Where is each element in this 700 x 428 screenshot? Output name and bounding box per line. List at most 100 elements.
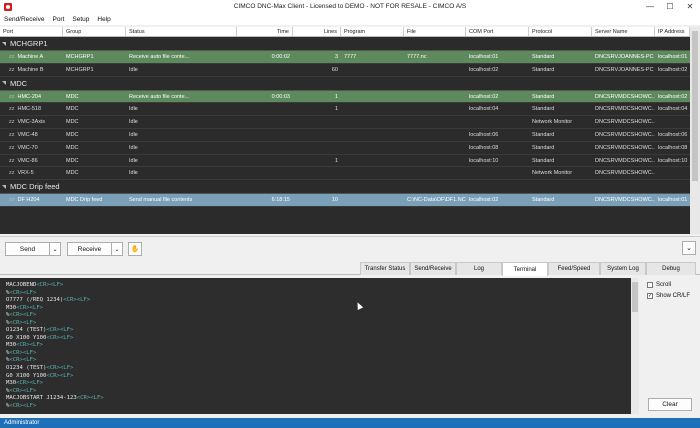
table-row[interactable]: zz Machine A MCHGRP1 Receive auto file cont… bbox=[0, 51, 690, 64]
table-row[interactable]: zz Machine B MCHGRP1 Idle 60 localhost:02 Stan… bbox=[0, 64, 690, 77]
terminal-output[interactable]: MACJOBEND<CR><LF> %<CR><LF> O7777 (/REQ 12… bbox=[0, 278, 631, 414]
control-chars: <CR><LF> bbox=[9, 402, 37, 409]
col-header-server-name[interactable]: Server Name bbox=[592, 27, 655, 36]
machine-name: VMC-70 bbox=[17, 144, 38, 151]
cell-port: zz Machine B bbox=[0, 64, 63, 76]
grid-scrollbar[interactable] bbox=[690, 27, 700, 234]
cell-ip: localhost:04 bbox=[658, 106, 688, 113]
cell-ip: localhost:01 bbox=[658, 197, 688, 204]
cell-com: localhost:06 bbox=[469, 131, 499, 138]
machine-status-icon: zz bbox=[9, 93, 15, 100]
tab-feed-speed[interactable]: Feed/Speed bbox=[548, 262, 600, 275]
group-header[interactable]: MCHGRP1 bbox=[0, 37, 690, 51]
chevron-down-icon[interactable]: ⌄ bbox=[682, 241, 696, 255]
close-button[interactable]: ✕ bbox=[680, 0, 700, 13]
cell-server: DNCSRVJOANNES-PC bbox=[595, 54, 654, 60]
tab-log[interactable]: Log bbox=[456, 262, 502, 275]
cell-protocol: Standard bbox=[532, 144, 555, 151]
hand-stop-icon[interactable]: ✋ bbox=[128, 242, 142, 256]
terminal-line: %<CR><LF> bbox=[6, 403, 625, 411]
terminal-line: %<CR><LF> bbox=[6, 320, 625, 328]
group-header[interactable]: MDC Drip feed bbox=[0, 180, 690, 195]
cell-server: DNCSRVMDCSHOWC... bbox=[595, 131, 655, 138]
cell-ip bbox=[655, 167, 690, 179]
terminal-scrollbar[interactable] bbox=[631, 278, 639, 414]
col-header-port[interactable]: Port bbox=[0, 27, 63, 36]
table-row[interactable]: zz VMC-3Axis MDC Idle Network Monitor DNCSRVM… bbox=[0, 116, 690, 129]
terminal-scroll-thumb[interactable] bbox=[632, 282, 638, 312]
col-header-file[interactable]: File bbox=[404, 27, 466, 36]
machine-name: Machine B bbox=[17, 66, 44, 73]
control-chars: <CR><LF> bbox=[9, 319, 37, 326]
show-crlf-checkbox[interactable]: ✓ Show CR/LF bbox=[647, 293, 690, 299]
receive-button[interactable]: Receive bbox=[67, 242, 112, 256]
cell-status: Send manual file contents bbox=[129, 197, 193, 204]
machine-status-icon: zz bbox=[9, 131, 15, 138]
tab-debug[interactable]: Debug bbox=[646, 262, 696, 275]
table-row[interactable]: zz HMC-518 MDC Idle 1 localhost:04 Standard DNC… bbox=[0, 103, 690, 117]
send-button[interactable]: Send bbox=[5, 242, 50, 256]
grid-scroll-thumb[interactable] bbox=[692, 31, 698, 181]
table-row[interactable]: zz HMC-204 MDC Receive auto file conte... 0:… bbox=[0, 90, 690, 104]
tab-system-log[interactable]: System Log bbox=[600, 262, 646, 275]
menu-port[interactable]: Port bbox=[48, 16, 68, 23]
control-chars: <CR><LF> bbox=[16, 342, 44, 349]
terminal-line: G0 X100 Y100<CR><LF> bbox=[6, 335, 625, 343]
group-header[interactable]: MDC bbox=[0, 76, 690, 91]
cell-file bbox=[404, 64, 466, 76]
cell-status: Idle bbox=[129, 119, 138, 126]
cell-com: localhost:02 bbox=[469, 66, 499, 73]
cell-program bbox=[341, 142, 404, 154]
cell-com bbox=[466, 116, 529, 128]
col-header-protocol[interactable]: Protocol bbox=[529, 27, 592, 36]
cell-lines bbox=[293, 167, 341, 179]
cell-lines: 60 bbox=[331, 66, 338, 73]
cell-lines: 1 bbox=[334, 157, 338, 164]
menu-setup[interactable]: Setup bbox=[68, 16, 93, 23]
tab-transfer-status[interactable]: Transfer Status bbox=[360, 262, 410, 275]
table-row[interactable]: zz DF H204 MDC Drip feed Send manual file c… bbox=[0, 194, 690, 207]
clear-button[interactable]: Clear bbox=[648, 398, 692, 411]
collapse-triangle-icon[interactable] bbox=[2, 41, 6, 46]
cell-ip bbox=[655, 116, 690, 128]
tab-send-receive[interactable]: Send/Receive bbox=[410, 262, 456, 275]
maximize-button[interactable]: ☐ bbox=[660, 0, 680, 13]
title-bar: CIMCO DNC-Max Client - Licensed to DEMO … bbox=[0, 0, 700, 13]
machine-status-icon: zz bbox=[9, 106, 15, 113]
menu-send-receive[interactable]: Send/Receive bbox=[0, 16, 48, 23]
col-header-ip-address[interactable]: IP Address bbox=[655, 27, 690, 36]
tab-terminal[interactable]: Terminal bbox=[502, 262, 548, 276]
scroll-checkbox[interactable]: Scroll bbox=[647, 282, 671, 288]
terminal-line: MACJOBEND<CR><LF> bbox=[6, 282, 625, 290]
col-header-status[interactable]: Status bbox=[126, 27, 237, 36]
cell-ip: localhost:01 bbox=[658, 54, 688, 60]
minimize-button[interactable]: — bbox=[640, 0, 660, 13]
control-chars: <CR><LF> bbox=[76, 395, 104, 402]
scroll-checkbox-box[interactable] bbox=[647, 282, 653, 288]
cell-server: DNCSRVMDCSHOWC... bbox=[595, 197, 655, 204]
col-header-lines[interactable]: Lines bbox=[293, 27, 341, 36]
control-chars: <CR><LF> bbox=[46, 365, 74, 372]
table-row[interactable]: zz VMC-70 MDC Idle localhost:08 Standard DNCSR… bbox=[0, 142, 690, 155]
cell-program bbox=[341, 129, 404, 141]
table-row[interactable]: zz VRX-5 MDC Idle Network Monitor DNCSRVMDCSH… bbox=[0, 167, 690, 181]
cell-server: DNCSRVMDCSHOWC... bbox=[595, 119, 655, 126]
send-dropdown-arrow[interactable]: ⌄ bbox=[50, 242, 61, 256]
col-header-group[interactable]: Group bbox=[63, 27, 126, 36]
receive-dropdown-arrow[interactable]: ⌄ bbox=[112, 242, 123, 256]
table-row[interactable]: zz VMC-86 MDC Idle 1 localhost:10 Standard DNCS… bbox=[0, 155, 690, 168]
col-header-com-port[interactable]: COM Port bbox=[466, 27, 529, 36]
collapse-triangle-icon[interactable] bbox=[2, 81, 6, 86]
col-header-program[interactable]: Program bbox=[341, 27, 404, 36]
table-row[interactable]: zz VMC-48 MDC Idle localhost:06 Standard DNCSR… bbox=[0, 129, 690, 142]
cell-file: C:\NC-Data\DF\DF1.NC bbox=[407, 197, 466, 204]
terminal-line: %<CR><LF> bbox=[6, 357, 625, 365]
col-header-time[interactable]: Time bbox=[237, 27, 293, 36]
collapse-triangle-icon[interactable] bbox=[2, 184, 6, 189]
terminal-text: O7777 (/REQ 1234) bbox=[6, 297, 64, 304]
cell-status: Idle bbox=[129, 131, 138, 138]
terminal-line: %<CR><LF> bbox=[6, 350, 625, 358]
terminal-line: O7777 (/REQ 1234)<CR><LF> bbox=[6, 297, 625, 305]
show-crlf-checkbox-box[interactable]: ✓ bbox=[647, 293, 653, 299]
menu-help[interactable]: Help bbox=[93, 16, 114, 23]
